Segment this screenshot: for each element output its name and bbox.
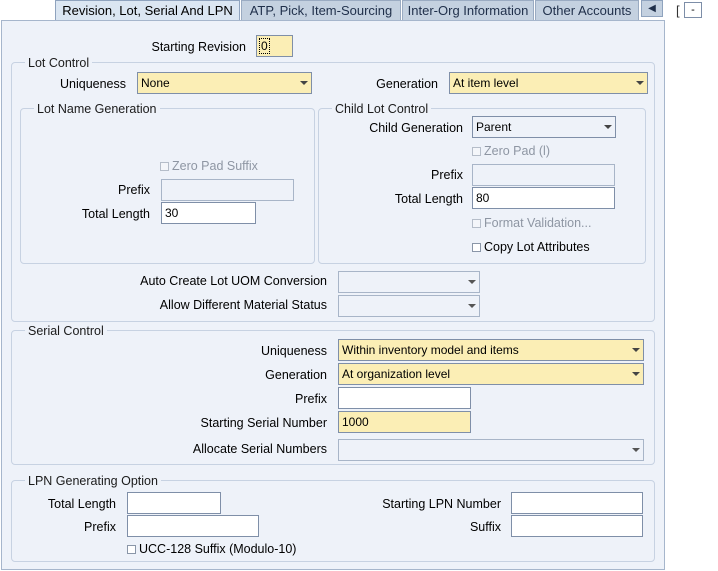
child-prefix-field[interactable] (472, 164, 615, 186)
tab-inter-org-information[interactable]: Inter-Org Information (402, 0, 534, 20)
copy-lot-attributes-label: Copy Lot Attributes (484, 240, 590, 254)
chevron-down-icon (632, 372, 640, 376)
ucc-128-suffix-checkbox[interactable]: UCC-128 Suffix (Modulo-10) (127, 541, 296, 557)
auto-create-uom-select[interactable] (338, 271, 480, 293)
serial-uniqueness-select[interactable]: Within inventory model and items (338, 339, 644, 361)
format-validation-checkbox[interactable]: Format Validation... (472, 215, 591, 231)
allow-diff-status-label: Allow Different Material Status (159, 298, 327, 312)
child-total-length-label: Total Length (394, 192, 463, 206)
lpn-prefix-label: Prefix (84, 520, 116, 534)
format-validation-label: Format Validation... (484, 216, 592, 230)
zero-pad-checkbox[interactable]: Zero Pad (l) (472, 143, 550, 159)
serial-generation-label: Generation (265, 368, 327, 382)
starting-revision-label: Starting Revision (151, 40, 247, 54)
child-total-length-field[interactable]: 80 (472, 187, 615, 209)
child-lot-control-title: Child Lot Control (332, 102, 432, 116)
lot-generation-select[interactable]: At item level (449, 72, 648, 94)
lot-total-length-label: Total Length (81, 207, 150, 221)
child-generation-value: Parent (476, 120, 512, 134)
allow-diff-status-select[interactable] (338, 295, 480, 317)
serial-uniqueness-value: Within inventory model and items (342, 343, 519, 357)
lot-uniqueness-label: Uniqueness (59, 77, 126, 91)
lot-generation-label: Generation (376, 77, 438, 91)
lot-uniqueness-value: None (141, 76, 170, 90)
window-minimize-box[interactable]: - (684, 2, 702, 18)
lot-prefix-label: Prefix (118, 183, 150, 197)
starting-lpn-number-label: Starting LPN Number (382, 497, 501, 511)
tab-other-accounts[interactable]: Other Accounts (535, 0, 639, 20)
chevron-down-icon (632, 448, 640, 452)
starting-revision-value: 0 (259, 38, 270, 54)
right-margin (666, 20, 718, 571)
checkbox-box (472, 147, 481, 156)
child-prefix-label: Prefix (431, 168, 463, 182)
lot-name-generation-title: Lot Name Generation (34, 102, 160, 116)
serial-prefix-field[interactable] (338, 387, 471, 409)
chevron-down-icon (636, 81, 644, 85)
ucc-128-suffix-label: UCC-128 Suffix (Modulo-10) (139, 542, 297, 556)
child-generation-select[interactable]: Parent (472, 116, 616, 138)
arrow-left-icon: ◀ (648, 3, 656, 14)
serial-prefix-label: Prefix (295, 392, 327, 406)
chevron-down-icon (468, 280, 476, 284)
serial-uniqueness-label: Uniqueness (260, 344, 327, 358)
tab-content-panel: Starting Revision 0 Lot Control Uniquene… (1, 20, 665, 570)
tab-atp-pick-item-sourcing[interactable]: ATP, Pick, Item-Sourcing (241, 0, 401, 20)
zero-pad-suffix-label: Zero Pad Suffix (172, 159, 258, 173)
lpn-suffix-label: Suffix (469, 520, 501, 534)
zero-pad-label: Zero Pad (l) (484, 144, 550, 158)
zero-pad-suffix-checkbox[interactable]: Zero Pad Suffix (160, 158, 258, 174)
lpn-suffix-field[interactable] (511, 515, 643, 537)
serial-control-title: Serial Control (25, 324, 107, 338)
tab-revision-lot-serial-lpn[interactable]: Revision, Lot, Serial And LPN (55, 0, 240, 22)
child-generation-label: Child Generation (369, 121, 463, 135)
lot-control-title: Lot Control (25, 56, 93, 70)
checkbox-box (127, 545, 136, 554)
lpn-prefix-field[interactable] (127, 515, 259, 537)
allocate-serial-numbers-label: Allocate Serial Numbers (192, 442, 327, 456)
chevron-down-icon (300, 81, 308, 85)
allocate-serial-numbers-select[interactable] (338, 439, 644, 461)
lpn-total-length-label: Total Length (47, 497, 116, 511)
starting-serial-number-field[interactable]: 1000 (338, 411, 471, 433)
auto-create-uom-label: Auto Create Lot UOM Conversion (140, 274, 327, 288)
serial-generation-value: At organization level (342, 367, 451, 381)
copy-lot-attributes-checkbox[interactable]: Copy Lot Attributes (472, 239, 590, 255)
chevron-down-icon (632, 348, 640, 352)
tab-scroll-left-button[interactable]: ◀ (641, 0, 663, 17)
lot-total-length-field[interactable]: 30 (161, 202, 256, 224)
checkbox-box (472, 243, 481, 252)
chevron-down-icon (604, 125, 612, 129)
lot-uniqueness-select[interactable]: None (137, 72, 312, 94)
lpn-generating-option-title: LPN Generating Option (25, 474, 161, 488)
lpn-total-length-field[interactable] (127, 492, 221, 514)
starting-serial-number-label: Starting Serial Number (200, 416, 327, 430)
lot-generation-value: At item level (453, 76, 519, 90)
lot-prefix-field[interactable] (161, 179, 294, 201)
starting-revision-field[interactable]: 0 (256, 35, 293, 57)
window-bracket: [ (676, 3, 680, 18)
checkbox-box (472, 219, 481, 228)
checkbox-box (160, 162, 169, 171)
starting-lpn-number-field[interactable] (511, 492, 643, 514)
chevron-down-icon (468, 304, 476, 308)
serial-generation-select[interactable]: At organization level (338, 363, 644, 385)
